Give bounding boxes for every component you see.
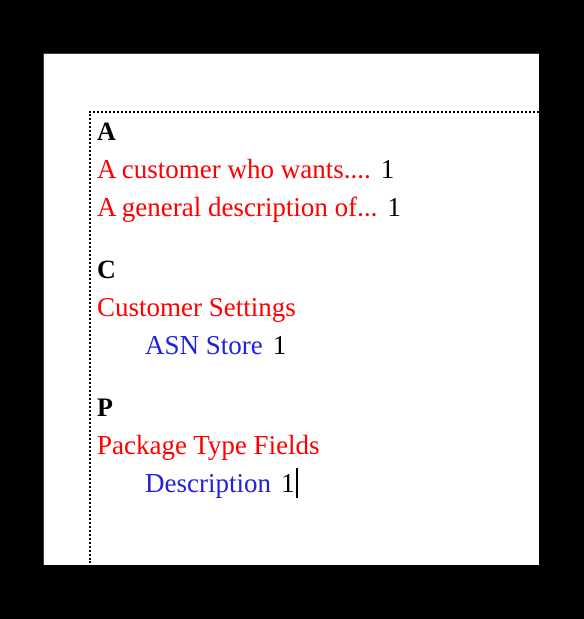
index-entry-page: 1 [280, 468, 295, 498]
index-entry-p-1[interactable]: Package Type Fields [97, 426, 539, 464]
index-entry-text: Package Type Fields [97, 430, 320, 460]
screenshot-root: A A customer who wants.... 1 A general de… [0, 0, 584, 619]
index-entry-a-1[interactable]: A customer who wants.... 1 [97, 150, 539, 188]
index-entry-page: 1 [387, 192, 401, 222]
index-entry-page: 1 [272, 330, 287, 360]
index-entry-c-1[interactable]: Customer Settings [97, 288, 539, 326]
index-entry-text: A customer who wants.... [97, 154, 371, 184]
text-caret [296, 468, 299, 498]
index-field-region[interactable]: A A customer who wants.... 1 A general de… [89, 111, 539, 563]
document-page[interactable]: A A customer who wants.... 1 A general de… [43, 53, 539, 565]
index-entry-text: A general description of... [97, 192, 378, 222]
index-section-gap [97, 364, 539, 390]
index-entry-page: 1 [380, 154, 395, 184]
index-subentry-p-1[interactable]: Description 1 [97, 464, 539, 502]
index-entry-a-2[interactable]: A general description of... 1 [97, 188, 539, 226]
index-heading-p: P [97, 393, 113, 422]
index-subentry-c-1[interactable]: ASN Store 1 [97, 326, 539, 364]
index-entry-text: Customer Settings [97, 292, 296, 322]
index-heading-c: C [97, 255, 116, 284]
index-entry-text: ASN Store [145, 330, 263, 360]
index-heading-a: A [97, 117, 116, 146]
index-section-gap [97, 226, 539, 252]
index-entry-text: Description [145, 468, 271, 498]
index-entries-container: A A customer who wants.... 1 A general de… [91, 113, 539, 502]
